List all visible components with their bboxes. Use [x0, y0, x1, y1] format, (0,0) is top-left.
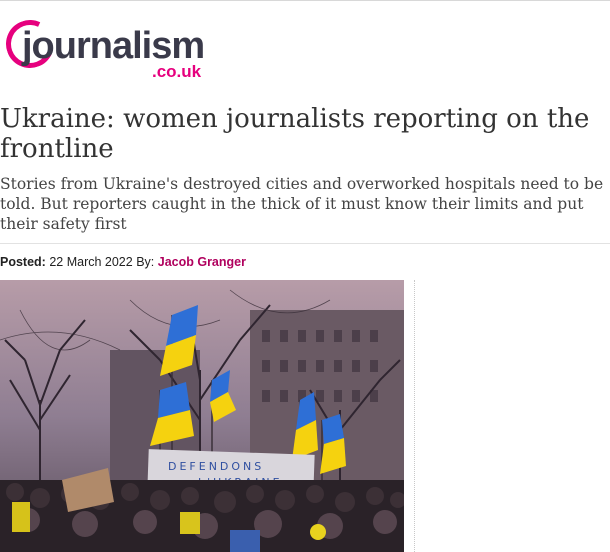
article-headline: Ukraine: women journalists reporting on …: [0, 104, 590, 164]
top-border: [0, 0, 610, 1]
by-label: By:: [136, 255, 155, 269]
logo-wordmark: journalism: [22, 25, 205, 67]
logo-domain: .co.uk: [152, 62, 202, 81]
article-byline: Posted: 22 March 2022 By: Jacob Granger: [0, 255, 246, 269]
article-hero-image[interactable]: DEFENDONS L'UKRAINE: [0, 280, 404, 552]
posted-label: Posted:: [0, 255, 46, 269]
column-separator: [414, 280, 415, 552]
author-link[interactable]: Jacob Granger: [158, 255, 246, 269]
article-standfirst: Stories from Ukraine's destroyed cities …: [0, 175, 604, 233]
svg-text:DEFENDONS: DEFENDONS: [168, 460, 264, 473]
posted-date: 22 March 2022: [49, 255, 133, 269]
site-logo[interactable]: journalism .co.uk: [0, 13, 206, 84]
divider: [0, 243, 610, 244]
